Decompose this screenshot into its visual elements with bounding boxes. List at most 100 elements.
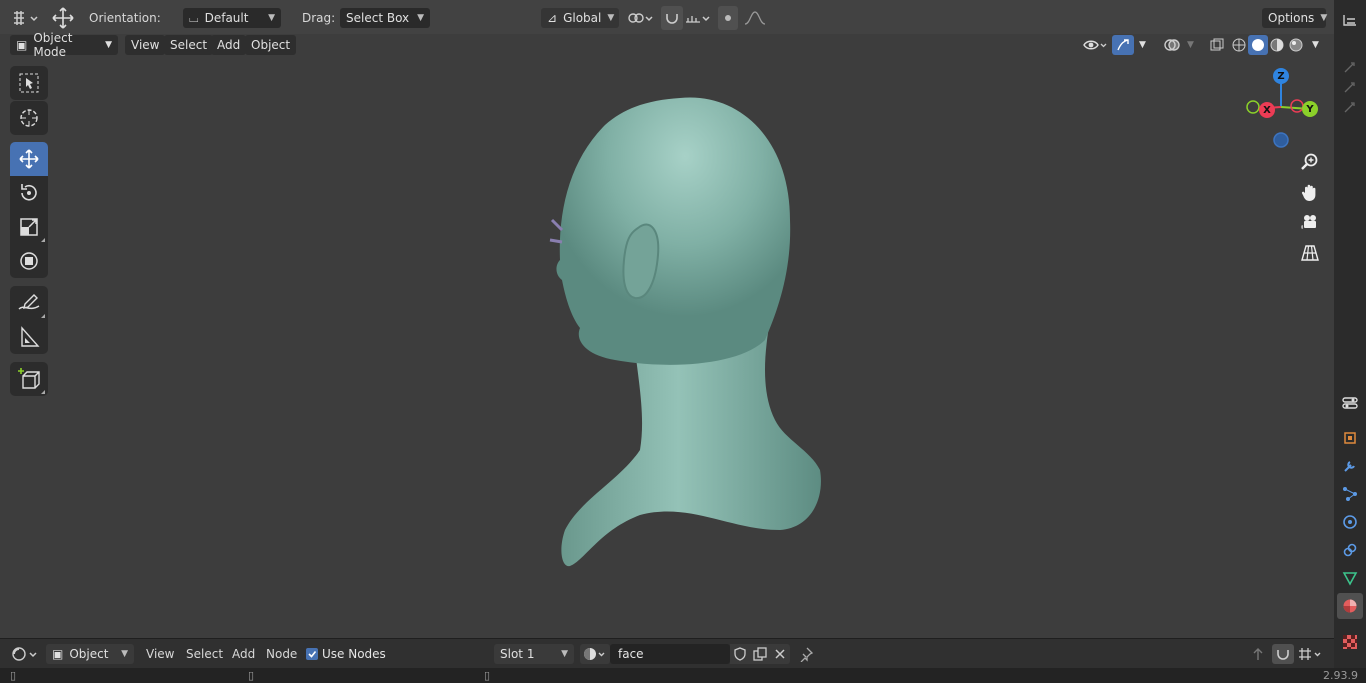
menu-select[interactable]: Select	[164, 35, 214, 55]
orientation-dropdown[interactable]: ⌴ Default ▼	[183, 8, 281, 28]
outliner-filter-icon[interactable]	[1337, 8, 1363, 34]
pivot-point-icon[interactable]	[626, 6, 656, 30]
version-label: 2.93.9	[1323, 669, 1358, 682]
material-shading-icon[interactable]	[1267, 35, 1287, 55]
menu-select[interactable]: Select	[186, 644, 223, 664]
orientation-label: Orientation:	[89, 11, 161, 25]
transform-orientation-dropdown[interactable]: ⊿ Global ▼	[541, 8, 619, 28]
node-snap-button[interactable]	[1272, 644, 1294, 664]
browse-material-button[interactable]	[580, 644, 610, 664]
proportional-editing-icon[interactable]	[718, 6, 738, 30]
pin-button[interactable]	[796, 644, 816, 664]
move-tool-icon[interactable]	[50, 6, 76, 30]
new-material-button[interactable]	[750, 644, 770, 664]
mouse-middle-icon: ▯	[248, 669, 255, 682]
move-tool[interactable]	[10, 142, 48, 176]
annotate-tool[interactable]	[10, 286, 48, 320]
object-properties-icon[interactable]	[1337, 425, 1363, 451]
add-cube-icon	[18, 368, 40, 389]
slot-dropdown[interactable]: Slot 1 ▼	[494, 644, 574, 664]
drag-value: Select Box	[346, 11, 410, 25]
unlink-material-button[interactable]	[770, 644, 790, 664]
constraints-properties-icon[interactable]	[1337, 537, 1363, 563]
particles-properties-icon[interactable]	[1337, 481, 1363, 507]
camera-view-button[interactable]	[1296, 208, 1324, 236]
tool-variant-indicator	[41, 238, 45, 242]
measure-tool[interactable]	[10, 320, 48, 354]
xray-toggle-icon[interactable]	[1203, 35, 1231, 55]
drag-label: Drag:	[302, 11, 336, 25]
rendered-shading-icon[interactable]	[1286, 35, 1306, 55]
fake-user-button[interactable]	[730, 644, 750, 664]
slot-label: Slot 1	[500, 647, 535, 661]
tool-properties-icon[interactable]	[1337, 390, 1363, 416]
menu-view[interactable]: View	[125, 35, 166, 55]
snap-icon[interactable]	[661, 6, 683, 30]
editor-type-icon[interactable]	[10, 6, 40, 30]
overlays-options-icon[interactable]: ▼	[1181, 35, 1200, 55]
axis-y-handle[interactable]: Y	[1302, 101, 1318, 117]
chevron-down-icon: ▼	[417, 13, 424, 23]
axis-z-handle[interactable]: Z	[1273, 68, 1289, 84]
physics-properties-icon[interactable]	[1337, 509, 1363, 535]
menu-object[interactable]: Object	[245, 35, 297, 55]
shader-type-dropdown[interactable]: ▣ Object ▼	[46, 644, 134, 664]
pan-view-button[interactable]	[1296, 178, 1324, 206]
drag-dropdown[interactable]: Select Box ▼	[340, 8, 430, 28]
duplicate-icon	[753, 647, 767, 661]
gizmo-options-icon[interactable]: ▼	[1133, 35, 1152, 55]
mode-dropdown[interactable]: ▣ Object Mode ▼	[10, 31, 118, 59]
menu-node[interactable]: Node	[266, 644, 297, 664]
select-box-tool[interactable]	[10, 66, 48, 100]
chevron-down-icon: ▼	[1320, 13, 1328, 23]
use-nodes-checkbox[interactable]: Use Nodes	[306, 644, 386, 664]
shield-icon	[734, 647, 746, 661]
menu-view[interactable]: View	[146, 644, 174, 664]
material-properties-icon[interactable]	[1337, 593, 1363, 619]
cursor-tool[interactable]	[10, 101, 48, 135]
navigation-gizmo[interactable]: Z X Y	[1240, 62, 1330, 152]
data-properties-icon[interactable]	[1337, 565, 1363, 591]
texture-properties-icon[interactable]	[1337, 629, 1363, 655]
hand-icon	[1301, 184, 1316, 201]
tool-settings-bar: Orientation: ⌴ Default ▼ Drag: Select Bo…	[0, 0, 1334, 34]
scale-tool[interactable]	[10, 210, 48, 244]
editor-type-icon[interactable]	[10, 644, 40, 664]
annotate-icon	[18, 294, 40, 310]
camera-icon	[1301, 215, 1316, 229]
material-name: face	[618, 647, 644, 661]
wireframe-shading-icon[interactable]	[1229, 35, 1249, 55]
tool-variant-indicator	[41, 390, 45, 394]
gizmo-toggle-icon[interactable]	[1112, 35, 1134, 55]
mouse-right-icon: ▯	[484, 669, 491, 682]
axis-z-label: Z	[1277, 70, 1285, 82]
axis-x-label: X	[1263, 104, 1271, 116]
visibility-icon[interactable]	[1076, 35, 1114, 55]
object-mode-icon: ▣	[16, 38, 28, 52]
axis-x-handle[interactable]: X	[1259, 102, 1275, 118]
menu-add[interactable]: Add	[232, 644, 255, 664]
parent-node-tree-button[interactable]	[1248, 644, 1268, 664]
shading-options-icon[interactable]: ▼	[1306, 35, 1325, 55]
snap-increment-icon[interactable]	[683, 6, 713, 30]
transform-tool[interactable]	[10, 244, 48, 278]
select-box-icon	[19, 73, 39, 93]
item-tab-icon[interactable]	[1337, 94, 1363, 120]
modifier-properties-icon[interactable]	[1337, 453, 1363, 479]
solid-shading-icon[interactable]	[1248, 35, 1268, 55]
add-cube-tool[interactable]	[10, 362, 48, 396]
close-icon	[775, 649, 785, 659]
properties-tab-strip	[1334, 0, 1366, 683]
falloff-curve-icon[interactable]	[742, 6, 768, 30]
rotate-tool[interactable]	[10, 176, 48, 210]
perspective-toggle-button[interactable]	[1296, 239, 1324, 267]
measure-icon	[21, 326, 40, 347]
grid-snap-icon	[1299, 648, 1321, 660]
zoom-view-button[interactable]	[1296, 148, 1324, 176]
material-name-field[interactable]: face	[610, 644, 730, 664]
options-dropdown[interactable]: Options ▼	[1262, 8, 1328, 28]
shader-editor-header: ▣ Object ▼ View Select Add Node Use Node…	[0, 638, 1334, 668]
checkmark-icon	[306, 648, 318, 660]
snap-element-dropdown[interactable]	[1296, 644, 1326, 664]
menu-add[interactable]: Add	[211, 35, 247, 55]
